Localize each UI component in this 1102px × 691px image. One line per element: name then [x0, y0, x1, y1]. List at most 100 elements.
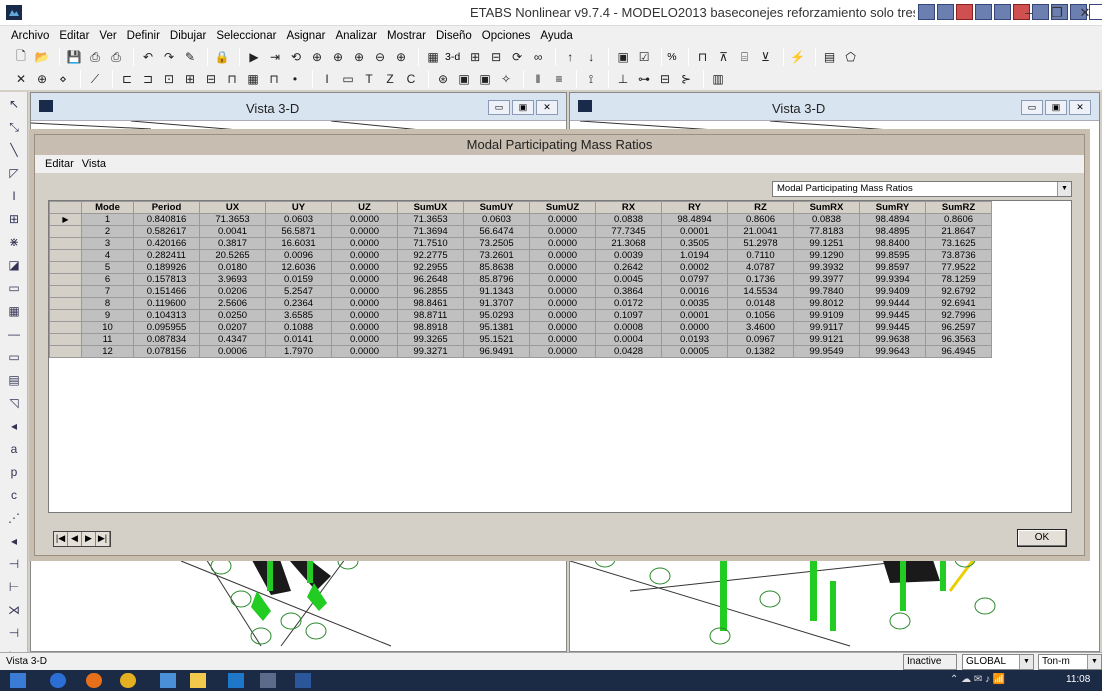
draw-wall-icon[interactable]: ⊞	[181, 71, 199, 88]
distribute-icon[interactable]: ≡	[550, 71, 568, 88]
table-cell[interactable]: 0.0000	[331, 225, 398, 238]
set-display-options-icon[interactable]: ☑	[635, 49, 653, 66]
table-cell[interactable]: 0.0000	[331, 213, 398, 226]
table-cell[interactable]: 77.7345	[595, 225, 662, 238]
table-cell[interactable]: 0.119600	[133, 297, 200, 310]
row-header[interactable]	[49, 309, 82, 322]
table-cell[interactable]: 0.0838	[793, 213, 860, 226]
table-cell[interactable]: 3.6585	[265, 309, 332, 322]
table-cell[interactable]: 2	[81, 225, 134, 238]
table-cell[interactable]: 51.2978	[727, 237, 794, 250]
open-folder-icon[interactable]: 📂	[33, 49, 51, 66]
table-cell[interactable]: 0.087834	[133, 333, 200, 346]
table-cell[interactable]: 9	[81, 309, 134, 322]
table-cell[interactable]: 0.0006	[199, 345, 266, 358]
table-cell[interactable]: 91.3707	[463, 297, 530, 310]
table-cell[interactable]: 95.1521	[463, 333, 530, 346]
menu-diseno[interactable]: Diseño	[431, 30, 477, 42]
table-icon[interactable]	[918, 4, 935, 20]
table-cell[interactable]: 96.2855	[397, 285, 464, 298]
draw-slab-icon[interactable]: ◪	[4, 258, 24, 276]
redo-icon[interactable]: ↷	[160, 49, 178, 66]
last-record-icon[interactable]: ▶|	[96, 532, 110, 546]
table-cell[interactable]: 0.0000	[331, 261, 398, 274]
table-cell[interactable]: 91.1343	[463, 285, 530, 298]
assign-area-icon[interactable]: ▭	[339, 71, 357, 88]
move-down-icon[interactable]: ↓	[582, 49, 600, 66]
zoom-previous-icon[interactable]: ⊕	[329, 49, 347, 66]
plan-view-icon[interactable]: ⊞	[466, 49, 484, 66]
table-cell[interactable]: 99.3265	[397, 333, 464, 346]
table-cell[interactable]: 0.0603	[265, 213, 332, 226]
column-header-period[interactable]: Period	[133, 201, 200, 214]
units-dropdown[interactable]: Ton-m ▼	[1038, 654, 1102, 670]
concrete-design-icon[interactable]: ⊶	[635, 71, 653, 88]
table-cell[interactable]: 12.6036	[265, 261, 332, 274]
row-header[interactable]	[49, 273, 82, 286]
table-cell[interactable]: 11	[81, 333, 134, 346]
table-icon[interactable]	[937, 4, 954, 20]
table-cell[interactable]: 96.4945	[925, 345, 992, 358]
table-cell[interactable]: 98.8461	[397, 297, 464, 310]
select-previous-icon[interactable]: p	[4, 465, 24, 483]
snap-joints-icon[interactable]: ⊣	[4, 557, 24, 575]
table-cell[interactable]: 98.8711	[397, 309, 464, 322]
table-cell[interactable]: 71.7510	[397, 237, 464, 250]
select-all-icon[interactable]: a	[4, 442, 24, 460]
table-cell[interactable]: 0.0148	[727, 297, 794, 310]
menu-archivo[interactable]: Archivo	[6, 30, 54, 42]
table-cell[interactable]: 92.7996	[925, 309, 992, 322]
table-row[interactable]: 2 0.582617 0.0041 56.5871 0.0000 71.3694 56.64…	[49, 225, 992, 238]
column-header-sumuz[interactable]: SumUZ	[529, 201, 596, 214]
step-icon[interactable]: ⇥	[266, 49, 284, 66]
column-header-uy[interactable]: UY	[265, 201, 332, 214]
table-cell[interactable]: 99.1251	[793, 237, 860, 250]
menu-analizar[interactable]: Analizar	[330, 30, 382, 42]
perspective-icon[interactable]: ∞	[529, 49, 547, 66]
table-cell[interactable]: 0.3864	[595, 285, 662, 298]
dialog-menu-editar[interactable]: Editar	[41, 158, 78, 170]
row-header[interactable]	[49, 225, 82, 238]
draw-column-icon[interactable]: ⊐	[139, 71, 157, 88]
table-cell[interactable]: 98.8400	[859, 237, 926, 250]
column-header-sumuy[interactable]: SumUY	[463, 201, 530, 214]
table-cell[interactable]: 99.8595	[859, 249, 926, 262]
table-cell[interactable]: 0.0172	[595, 297, 662, 310]
shape-icon[interactable]: ⬠	[842, 49, 860, 66]
table-cell[interactable]: 4.0787	[727, 261, 794, 274]
chevron-down-icon[interactable]: ▼	[1087, 655, 1101, 669]
table-cell[interactable]: 0.0096	[265, 249, 332, 262]
table-cell[interactable]: 0.0045	[595, 273, 662, 286]
table-cell[interactable]: 7	[81, 285, 134, 298]
object-shrink-icon[interactable]: ▣	[614, 49, 632, 66]
table-cell[interactable]: 99.3271	[397, 345, 464, 358]
row-header[interactable]	[49, 333, 82, 346]
percent-label[interactable]: %	[667, 51, 676, 63]
table-cell[interactable]: 5.2547	[265, 285, 332, 298]
chevron-down-icon[interactable]: ▼	[1019, 655, 1033, 669]
table-cell[interactable]: 0.582617	[133, 225, 200, 238]
table-cell[interactable]: 0.0008	[595, 321, 662, 334]
table-cell[interactable]: 56.6474	[463, 225, 530, 238]
show-tables-icon[interactable]: ✧	[497, 71, 515, 88]
table-cell[interactable]: 0.0000	[331, 321, 398, 334]
row-header[interactable]	[49, 261, 82, 274]
table-cell[interactable]: 0.0000	[331, 249, 398, 262]
table-cell[interactable]: 99.9638	[859, 333, 926, 346]
table-cell[interactable]: 2.5606	[199, 297, 266, 310]
snap-icon[interactable]: •	[286, 71, 304, 88]
table-cell[interactable]: 0.8606	[727, 213, 794, 226]
next-record-icon[interactable]: ▶	[82, 532, 96, 546]
table-cell[interactable]: 99.9121	[793, 333, 860, 346]
table-cell[interactable]: 95.0293	[463, 309, 530, 322]
column-header-uz[interactable]: UZ	[331, 201, 398, 214]
table-cell[interactable]: 0.0002	[661, 261, 728, 274]
lock-icon[interactable]: 🔒	[213, 49, 231, 66]
table-cell[interactable]: 0.0250	[199, 309, 266, 322]
table-cell[interactable]: 0.0001	[661, 225, 728, 238]
table-cell[interactable]: 85.8638	[463, 261, 530, 274]
table-cell[interactable]: 3.4600	[727, 321, 794, 334]
table-cell[interactable]: 99.9445	[859, 309, 926, 322]
previous-record-icon[interactable]: ◀	[68, 532, 82, 546]
show-forces-icon[interactable]: ▣	[455, 71, 473, 88]
